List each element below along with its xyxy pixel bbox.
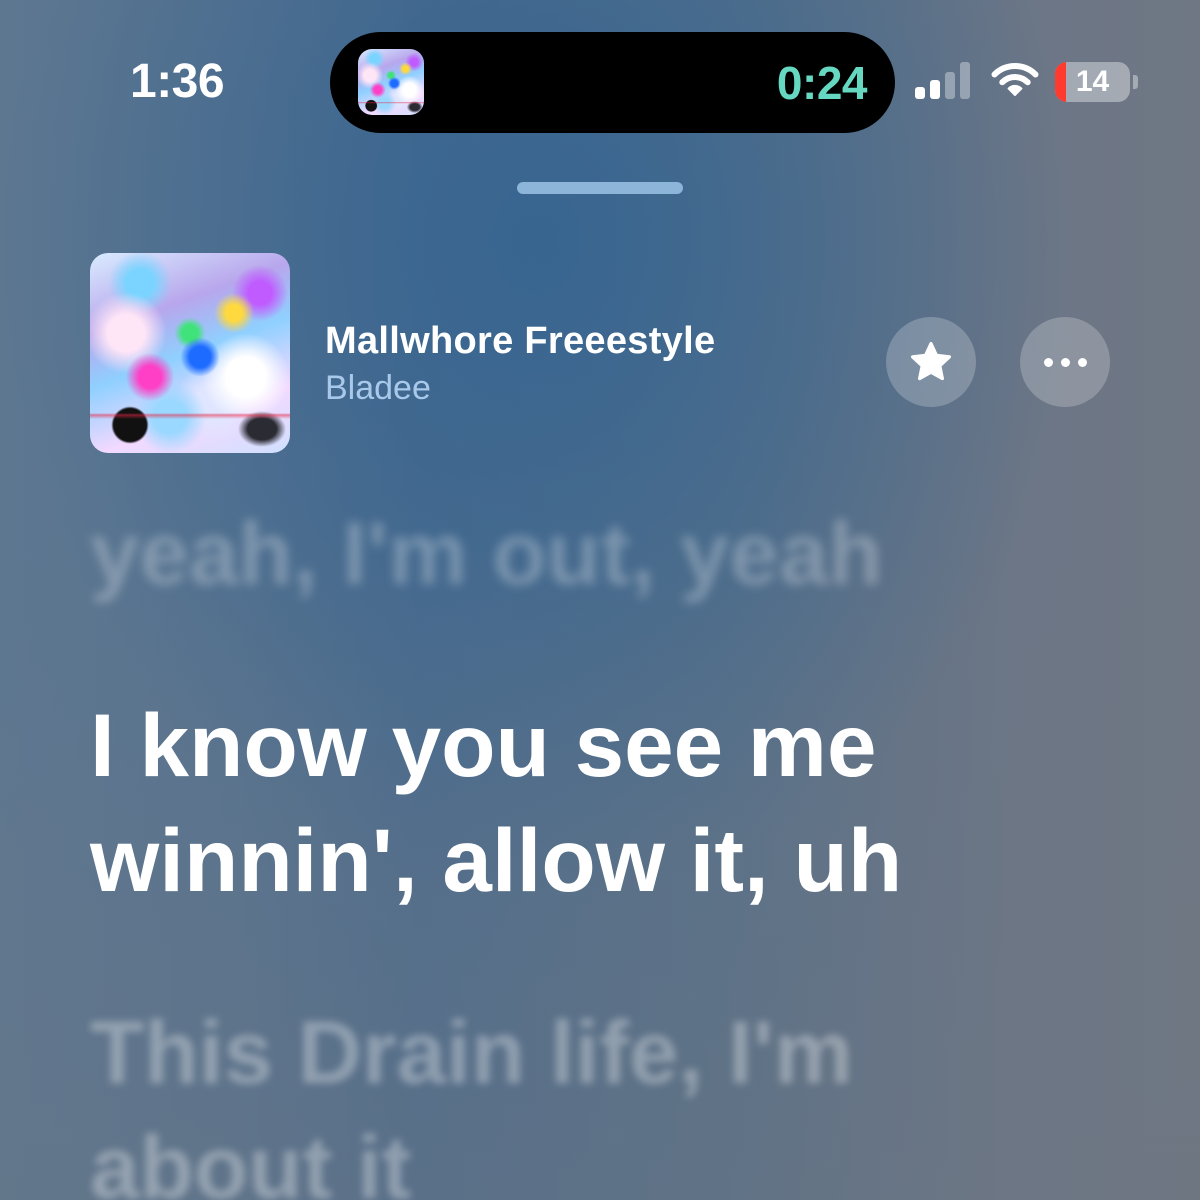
cellular-signal-icon: [915, 62, 970, 99]
lyric-line-current[interactable]: I know you see me: [90, 701, 1110, 790]
dynamic-island[interactable]: 0:24: [330, 32, 895, 133]
lyric-line[interactable]: about it: [90, 1123, 1110, 1200]
lyric-next[interactable]: This Drain life, I'm about it: [90, 1008, 1110, 1200]
lyric-line[interactable]: This Drain life, I'm: [90, 1008, 1110, 1097]
signal-bar: [930, 80, 940, 99]
track-artist: Bladee: [325, 369, 431, 407]
favorite-button[interactable]: [886, 317, 976, 407]
signal-bar: [945, 72, 955, 99]
signal-bar: [915, 87, 925, 99]
lyric-line[interactable]: yeah, I'm out, yeah: [90, 509, 1110, 598]
lyrics-screen: 1:36 0:24 14 Mallwhore Freeestyle Bladee: [0, 0, 1200, 1200]
battery-nub: [1133, 75, 1138, 89]
track-title: Mallwhore Freeestyle: [325, 320, 716, 362]
lyrics-list: yeah, I'm out, yeah I know you see me wi…: [90, 509, 1110, 1200]
island-artwork-thumbnail: [358, 49, 424, 115]
wifi-icon: [991, 63, 1039, 96]
lyric-current[interactable]: I know you see me winnin', allow it, uh: [90, 701, 1110, 905]
ellipsis-icon: [1043, 357, 1087, 367]
more-options-button[interactable]: [1020, 317, 1110, 407]
star-icon: [911, 342, 951, 381]
battery-level: 14: [1075, 65, 1110, 98]
status-time: 1:36: [130, 55, 225, 108]
lyric-line-current[interactable]: winnin', allow it, uh: [90, 816, 1110, 905]
album-artwork[interactable]: [90, 253, 290, 453]
lyric-previous[interactable]: yeah, I'm out, yeah: [90, 509, 1110, 598]
elapsed-time: 0:24: [776, 57, 868, 109]
battery-icon: 14: [1055, 62, 1130, 102]
signal-bar: [960, 62, 970, 99]
sheet-grabber[interactable]: [517, 182, 683, 194]
